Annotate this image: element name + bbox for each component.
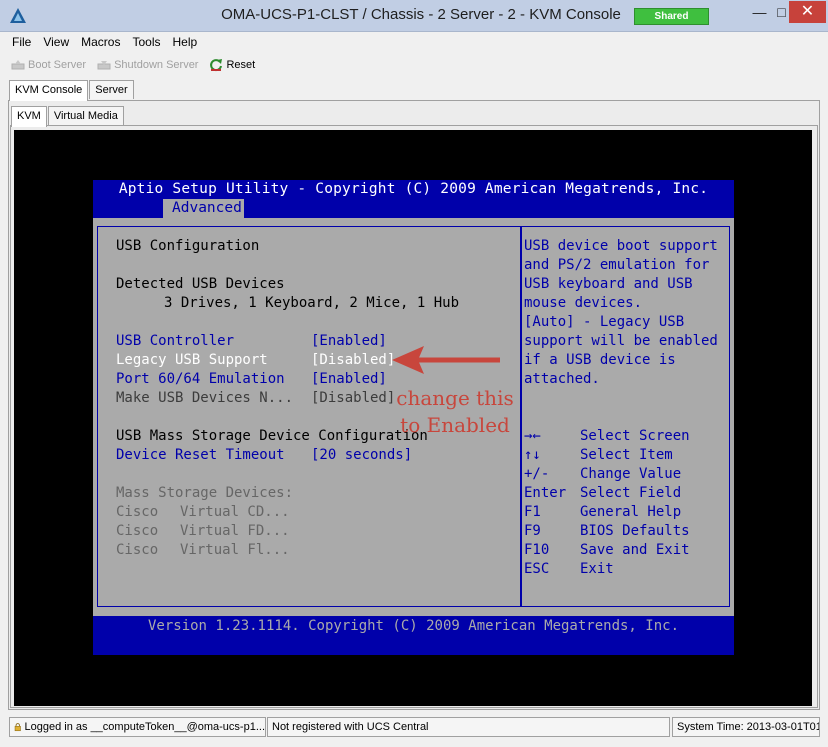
shutdown-server-icon xyxy=(97,61,111,70)
key-label: ↑↓ xyxy=(524,447,541,463)
setting-port-emulation-value[interactable]: [Enabled] xyxy=(311,370,387,389)
key-action: BIOS Defaults xyxy=(580,523,690,539)
menu-tools[interactable]: Tools xyxy=(126,33,166,53)
boot-server-icon xyxy=(11,60,25,70)
setting-make-usb-devices: Make USB Devices N... xyxy=(116,390,294,406)
annotation-arrow-icon xyxy=(392,346,500,374)
key-action: Change Value xyxy=(580,466,682,482)
status-registration: Not registered with UCS Central xyxy=(267,717,670,737)
section-title: USB Configuration xyxy=(116,238,260,254)
menu-file[interactable]: File xyxy=(6,33,37,53)
toolbar: Boot Server Shutdown Server Reset xyxy=(0,54,828,76)
annotation-line-2: to Enabled xyxy=(400,413,510,437)
setting-legacy-usb-support[interactable]: Legacy USB Support xyxy=(116,351,268,370)
menu-help[interactable]: Help xyxy=(167,33,204,53)
device-name: Virtual FD... xyxy=(180,523,290,539)
setting-device-reset-timeout[interactable]: Device Reset Timeout xyxy=(116,446,285,465)
key-action: Select Screen xyxy=(580,428,690,444)
main-tabs: KVM Console Server xyxy=(9,80,135,101)
sub-tabs: KVM Virtual Media xyxy=(11,106,125,127)
tab-kvm-console[interactable]: KVM Console xyxy=(9,80,89,101)
status-login-text: Logged in as __computeToken__@oma-ucs-p1… xyxy=(24,721,265,733)
boot-server-button[interactable]: Boot Server xyxy=(10,57,86,73)
setting-make-usb-devices-value: [Disabled] xyxy=(311,390,396,406)
shutdown-server-label: Shutdown Server xyxy=(114,59,199,71)
reset-label: Reset xyxy=(226,59,256,71)
annotation-line-1: change this xyxy=(396,386,514,410)
status-system-time: System Time: 2013-03-01T01 xyxy=(672,717,820,737)
device-name: Virtual CD... xyxy=(180,504,290,520)
help-line: mouse devices. xyxy=(524,295,643,311)
tab-kvm[interactable]: KVM xyxy=(11,106,47,127)
tab-server[interactable]: Server xyxy=(89,80,134,99)
key-label: F10 xyxy=(524,542,550,558)
key-action: General Help xyxy=(580,504,682,520)
boot-server-label: Boot Server xyxy=(28,59,87,71)
key-label: ESC xyxy=(524,561,550,577)
reset-icon xyxy=(210,59,223,72)
annotation-note: change this to Enabled xyxy=(390,385,520,439)
lock-icon xyxy=(14,723,21,732)
setting-usb-controller[interactable]: USB Controller xyxy=(116,332,234,351)
reset-button[interactable]: Reset xyxy=(208,57,255,73)
key-action: Select Field xyxy=(580,485,682,501)
key-action: Select Item xyxy=(580,447,673,463)
close-icon[interactable]: ✕ xyxy=(789,1,826,23)
key-action: Save and Exit xyxy=(580,542,690,558)
detected-usb-value: 3 Drives, 1 Keyboard, 2 Mice, 1 Hub xyxy=(164,295,460,311)
bios-tab-advanced[interactable]: Advanced xyxy=(163,199,244,218)
help-line: USB device boot support xyxy=(524,238,718,254)
setting-device-reset-timeout-value[interactable]: [20 seconds] xyxy=(311,446,412,465)
help-line: attached. xyxy=(524,371,600,387)
menu-view[interactable]: View xyxy=(37,33,75,53)
bios-title: Aptio Setup Utility - Copyright (C) 2009… xyxy=(118,181,709,197)
help-line: USB keyboard and USB xyxy=(524,276,693,292)
device-vendor: Cisco xyxy=(116,504,159,520)
menu-macros[interactable]: Macros xyxy=(75,33,126,53)
key-label: Enter xyxy=(524,485,567,501)
help-line: support will be enabled xyxy=(524,333,718,349)
shared-badge: Shared xyxy=(634,8,709,25)
device-vendor: Cisco xyxy=(116,523,159,539)
status-bar: Logged in as __computeToken__@oma-ucs-p1… xyxy=(0,714,828,747)
help-line: if a USB device is xyxy=(524,352,676,368)
mass-storage-devices-label: Mass Storage Devices: xyxy=(116,485,294,501)
shutdown-server-button[interactable]: Shutdown Server xyxy=(96,57,198,73)
help-line: and PS/2 emulation for xyxy=(524,257,710,273)
mass-storage-config-heading: USB Mass Storage Device Configuration xyxy=(116,428,428,444)
device-name: Virtual Fl... xyxy=(180,542,290,558)
key-label: F9 xyxy=(524,523,541,539)
bios-version: Version 1.23.1114. Copyright (C) 2009 Am… xyxy=(147,618,679,634)
key-label: +/- xyxy=(524,466,550,482)
help-line: [Auto] - Legacy USB xyxy=(524,314,685,330)
key-action: Exit xyxy=(580,561,614,577)
key-label: →← xyxy=(524,428,541,444)
key-label: F1 xyxy=(524,504,541,520)
status-login: Logged in as __computeToken__@oma-ucs-p1… xyxy=(9,717,266,737)
setting-legacy-usb-support-value[interactable]: [Disabled] xyxy=(311,351,395,370)
setting-usb-controller-value[interactable]: [Enabled] xyxy=(311,332,387,351)
tab-virtual-media[interactable]: Virtual Media xyxy=(47,106,124,125)
setting-port-emulation[interactable]: Port 60/64 Emulation xyxy=(116,370,285,389)
title-bar: OMA-UCS-P1-CLST / Chassis - 2 Server - 2… xyxy=(0,0,828,32)
menu-bar: File View Macros Tools Help xyxy=(0,33,828,53)
detected-usb-label: Detected USB Devices xyxy=(116,276,285,292)
device-vendor: Cisco xyxy=(116,542,159,558)
